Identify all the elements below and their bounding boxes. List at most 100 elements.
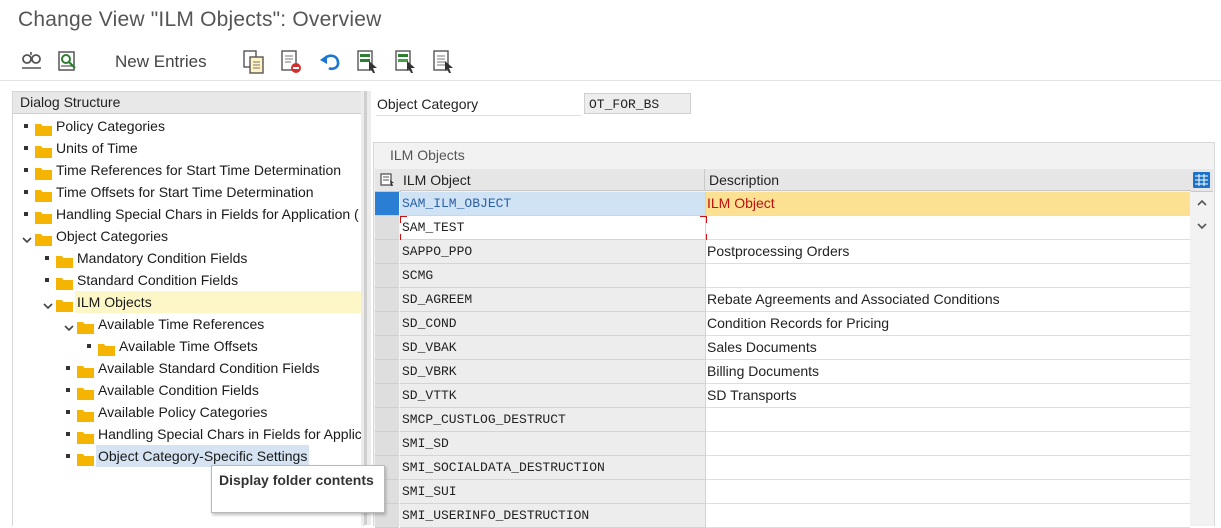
row-selector[interactable] bbox=[375, 264, 399, 288]
description-cell[interactable]: SD Transports bbox=[706, 384, 1190, 408]
tree-item[interactable]: Object Categories bbox=[13, 225, 363, 247]
row-selector[interactable] bbox=[375, 240, 399, 264]
print-icon[interactable] bbox=[431, 48, 457, 76]
ilm-object-cell[interactable]: SMI_SUI bbox=[400, 480, 706, 504]
table-row[interactable]: SMI_SD bbox=[375, 432, 1190, 456]
row-selector[interactable] bbox=[375, 192, 399, 216]
description-cell[interactable]: ILM Object bbox=[706, 192, 1190, 216]
select-all-rows-button[interactable] bbox=[375, 169, 401, 192]
tree-item[interactable]: Units of Time bbox=[13, 137, 363, 159]
tree-item[interactable]: Time Offsets for Start Time Determinatio… bbox=[13, 181, 363, 203]
tree-item[interactable]: Available Time References bbox=[13, 313, 363, 335]
ilm-object-cell[interactable]: SAM_ILM_OBJECT bbox=[400, 192, 706, 216]
copy-icon[interactable] bbox=[241, 48, 267, 76]
delete-icon[interactable] bbox=[279, 48, 305, 76]
table-row[interactable]: SAM_TEST bbox=[375, 216, 1190, 241]
select-all-icon[interactable] bbox=[56, 48, 82, 76]
tree-item[interactable]: Policy Categories bbox=[13, 115, 363, 137]
row-selector[interactable] bbox=[375, 360, 399, 384]
row-selector[interactable] bbox=[375, 432, 399, 456]
folder-icon bbox=[35, 142, 52, 158]
folder-icon bbox=[77, 384, 94, 400]
description-cell[interactable] bbox=[706, 480, 1190, 504]
table-row[interactable]: SD_VBAK Sales Documents bbox=[375, 336, 1190, 360]
tree-item[interactable]: Available Condition Fields bbox=[13, 379, 363, 401]
table-row[interactable]: SAM_ILM_OBJECT ILM Object bbox=[375, 192, 1190, 216]
tree-item[interactable]: Available Time Offsets bbox=[13, 335, 363, 357]
ilm-object-cell[interactable]: SAPPO_PPO bbox=[400, 240, 706, 264]
ilm-object-cell[interactable]: SMCP_CUSTLOG_DESTRUCT bbox=[400, 408, 706, 432]
description-cell[interactable] bbox=[706, 504, 1190, 528]
ilm-object-cell[interactable]: SD_VTTK bbox=[400, 384, 706, 408]
tree-item-label: Available Condition Fields bbox=[98, 382, 259, 398]
undo-icon[interactable] bbox=[317, 48, 343, 76]
display-change-icon[interactable] bbox=[19, 48, 45, 76]
ilm-object-cell[interactable]: SCMG bbox=[400, 264, 706, 288]
ilm-object-cell[interactable]: SD_COND bbox=[400, 312, 706, 336]
description-cell[interactable] bbox=[706, 456, 1190, 480]
ilm-object-cell[interactable]: SMI_USERINFO_DESTRUCTION bbox=[400, 504, 706, 528]
row-selector[interactable] bbox=[375, 408, 399, 432]
ilm-object-cell[interactable]: SD_AGREEM bbox=[400, 288, 706, 312]
ilm-object-cell[interactable]: SD_VBAK bbox=[400, 336, 706, 360]
table-row[interactable]: SMI_SUI bbox=[375, 480, 1190, 504]
object-category-label: Object Category bbox=[376, 93, 581, 116]
row-selector[interactable] bbox=[375, 384, 399, 408]
description-cell[interactable]: Billing Documents bbox=[706, 360, 1190, 384]
chevron-down-icon[interactable] bbox=[43, 295, 53, 310]
ilm-object-cell[interactable]: SMI_SD bbox=[400, 432, 706, 456]
ilm-object-cell[interactable]: SMI_SOCIALDATA_DESTRUCTION bbox=[400, 456, 706, 480]
tree-item[interactable]: Available Standard Condition Fields bbox=[13, 357, 363, 379]
chevron-down-icon[interactable] bbox=[64, 317, 74, 332]
row-selector[interactable] bbox=[375, 216, 399, 240]
row-selector[interactable] bbox=[375, 288, 399, 312]
bullet-icon bbox=[66, 454, 70, 458]
description-cell[interactable]: Postprocessing Orders bbox=[706, 240, 1190, 264]
table-row[interactable]: SD_COND Condition Records for Pricing bbox=[375, 312, 1190, 336]
table-row[interactable]: SCMG bbox=[375, 264, 1190, 288]
table-row[interactable]: SD_AGREEM Rebate Agreements and Associate… bbox=[375, 288, 1190, 312]
table-row[interactable]: SAPPO_PPO Postprocessing Orders bbox=[375, 240, 1190, 264]
tree-item[interactable]: ILM Objects bbox=[41, 291, 363, 313]
tree-item[interactable]: Mandatory Condition Fields bbox=[13, 247, 363, 269]
folder-icon bbox=[56, 274, 73, 290]
description-cell[interactable] bbox=[706, 408, 1190, 432]
select-block-icon[interactable] bbox=[355, 48, 381, 76]
table-row[interactable]: SD_VTTK SD Transports bbox=[375, 384, 1190, 408]
ilm-object-cell[interactable]: SD_VBRK bbox=[400, 360, 706, 384]
scroll-down-icon[interactable] bbox=[1196, 219, 1208, 231]
column-header-ilm-object[interactable]: ILM Object bbox=[400, 169, 705, 191]
tree-item[interactable]: Available Policy Categories bbox=[13, 401, 363, 423]
bullet-icon bbox=[24, 190, 28, 194]
description-cell[interactable] bbox=[706, 264, 1190, 288]
chevron-down-icon[interactable] bbox=[22, 229, 32, 244]
tree-item[interactable]: Time References for Start Time Determina… bbox=[13, 159, 363, 181]
table-row[interactable]: SMI_USERINFO_DESTRUCTION bbox=[375, 504, 1190, 528]
panel-splitter[interactable] bbox=[361, 91, 371, 525]
description-cell[interactable] bbox=[706, 432, 1190, 456]
deselect-icon[interactable] bbox=[393, 48, 419, 76]
description-cell[interactable]: Sales Documents bbox=[706, 336, 1190, 360]
tree-item[interactable]: Standard Condition Fields bbox=[13, 269, 363, 291]
scroll-up-icon[interactable] bbox=[1196, 196, 1208, 208]
row-selector[interactable] bbox=[375, 336, 399, 360]
tree-item[interactable]: Object Category-Specific Settings bbox=[13, 445, 363, 467]
table-row[interactable]: SMCP_CUSTLOG_DESTRUCT bbox=[375, 408, 1190, 432]
folder-icon bbox=[77, 406, 94, 422]
table-row[interactable]: SD_VBRK Billing Documents bbox=[375, 360, 1190, 384]
new-entries-button[interactable]: New Entries bbox=[115, 52, 207, 72]
column-header-description[interactable]: Description bbox=[705, 169, 1191, 191]
ilm-object-cell[interactable]: SAM_TEST bbox=[400, 216, 706, 240]
description-cell[interactable]: Condition Records for Pricing bbox=[706, 312, 1190, 336]
row-selector[interactable] bbox=[375, 312, 399, 336]
table-row[interactable]: SMI_SOCIALDATA_DESTRUCTION bbox=[375, 456, 1190, 480]
tree-item-label: Available Time Offsets bbox=[119, 338, 258, 354]
tree-item[interactable]: Handling Special Chars in Fields for App… bbox=[13, 423, 363, 445]
description-cell[interactable]: Rebate Agreements and Associated Conditi… bbox=[706, 288, 1190, 312]
vertical-scrollbar[interactable] bbox=[1191, 191, 1213, 526]
bullet-icon bbox=[66, 366, 70, 370]
tree-item[interactable]: Handling Special Chars in Fields for App… bbox=[13, 203, 363, 225]
column-config-icon[interactable] bbox=[1191, 169, 1213, 192]
tree-item-label: Time Offsets for Start Time Determinatio… bbox=[56, 184, 314, 200]
description-cell[interactable] bbox=[706, 216, 1190, 240]
